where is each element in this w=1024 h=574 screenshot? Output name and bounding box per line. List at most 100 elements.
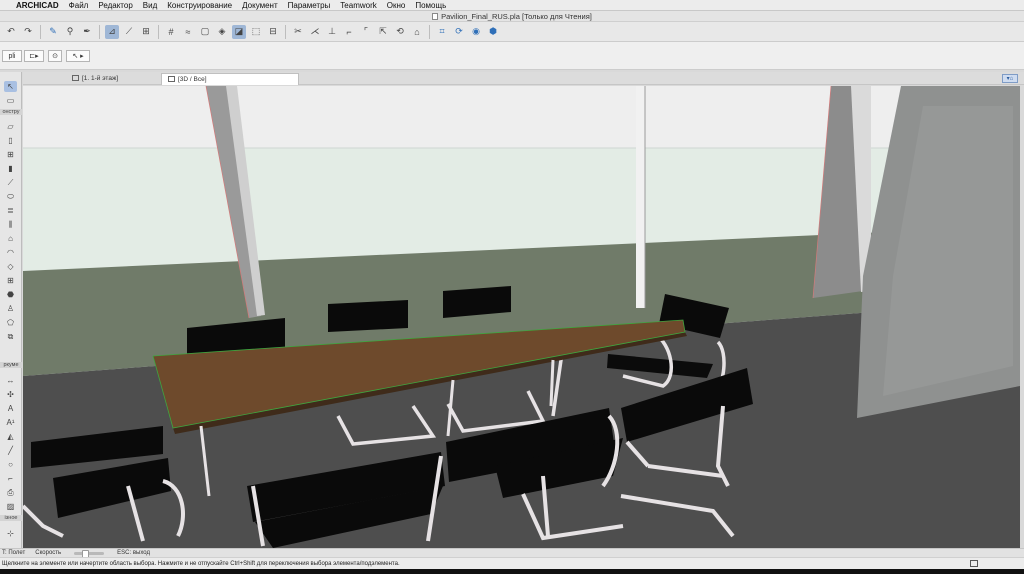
window-title: Pavilion_Final_RUS.pla [Только для Чтени…: [441, 12, 592, 21]
toolbox-group-more: ізное: [0, 515, 22, 521]
3d-style-icon[interactable]: ◉: [469, 25, 483, 39]
morph-tool-icon[interactable]: ⬣: [4, 289, 17, 300]
syringe-icon[interactable]: ⚲: [63, 25, 77, 39]
bottom-strip: [0, 569, 1024, 574]
drawing-tool-icon[interactable]: ⎙: [4, 487, 17, 498]
pick-up-parameters-icon[interactable]: ✎: [46, 25, 60, 39]
column-middle: [636, 86, 645, 308]
3d-cutaway-icon[interactable]: ◪: [232, 24, 246, 39]
menu-file[interactable]: Файл: [69, 1, 89, 10]
3d-window-settings-icon[interactable]: ⬢: [486, 25, 500, 39]
eyedropper-icon[interactable]: ✒: [80, 25, 94, 39]
menu-design[interactable]: Конструирование: [167, 1, 232, 10]
toolbar-divider: [40, 24, 41, 39]
mirror-icon[interactable]: ⌂: [410, 25, 424, 39]
cube-icon: [168, 76, 175, 82]
label-tool-icon[interactable]: A¹: [4, 417, 17, 428]
palette-toggle-icon[interactable]: [970, 560, 978, 567]
layer-combo-icon[interactable]: ⊞: [139, 25, 153, 39]
roof-tool-icon[interactable]: ⌂: [4, 233, 17, 244]
marquee-tool-icon[interactable]: ▭: [4, 95, 17, 106]
navigation-mode: T: Полет: [2, 550, 26, 556]
toolbar-divider: [429, 24, 430, 39]
main-toolbar: ↶ ↷ ✎ ⚲ ✒ ⊿ ⟋ ⊞ # ≈ ▢ ◈ ◪ ⬚ ⊟ ✂ ⋌ ⊥ ⌐ ⌜ …: [0, 22, 1024, 42]
snap-icon[interactable]: ⟋: [122, 25, 136, 39]
curtain-wall-tool-icon[interactable]: ⊞: [4, 275, 17, 286]
door-tool-icon[interactable]: ▯: [4, 135, 17, 146]
menu-help[interactable]: Помощь: [415, 1, 446, 10]
window-tool-icon[interactable]: ⊞: [4, 149, 17, 160]
line-type-icon[interactable]: ≈: [181, 25, 195, 39]
fill-tool-icon[interactable]: ◭: [4, 431, 17, 442]
tab-floor-plan-label: [1. 1-й этаж]: [82, 75, 119, 82]
document-icon: [432, 13, 439, 20]
speed-slider[interactable]: [74, 549, 105, 558]
text-tool-icon[interactable]: A: [4, 403, 17, 414]
navigation-status-bar: T: Полет Скорость ESC: выход: [0, 548, 1024, 558]
view-options-icon[interactable]: ▾⌂: [1002, 74, 1018, 83]
toolbox-palette: ↖ ▭ онстру ▱ ▯ ⊞ ▮ ⟋ ⬭ ≣ ⫼ ⌂ ◠ ◇ ⊞ ⬣ ♙ ⬠…: [0, 72, 22, 548]
layer-indicator[interactable]: pli: [2, 50, 22, 62]
status-bar: Щелкните на элементе или начертите облас…: [0, 557, 1024, 569]
layers-icon[interactable]: ◈: [215, 25, 229, 39]
marquee-icon[interactable]: ⬚: [249, 25, 263, 39]
dimension-tool-icon[interactable]: ↔: [4, 375, 17, 386]
toolbar-divider: [158, 24, 159, 39]
railing-tool-icon[interactable]: ⫼: [4, 219, 17, 230]
guide-lines-icon[interactable]: ⊿: [105, 24, 119, 39]
column-tool-icon[interactable]: ▮: [4, 163, 17, 174]
menu-document[interactable]: Документ: [242, 1, 278, 10]
offset-icon[interactable]: ⇱: [376, 25, 390, 39]
grid-icon[interactable]: #: [164, 25, 178, 39]
trim-icon[interactable]: ✂: [291, 25, 305, 39]
tab-3d-view[interactable]: [3D / Все]: [161, 73, 299, 85]
view-tab-bar: [1. 1-й этаж] [3D / Все] ▾⌂: [23, 72, 1024, 85]
menu-edit[interactable]: Редактор: [98, 1, 132, 10]
fillet-icon[interactable]: ⌐: [342, 25, 356, 39]
mesh-tool-icon[interactable]: ⧉: [4, 331, 17, 342]
menu-bar: ARCHICAD Файл Редактор Вид Конструирован…: [0, 0, 1024, 11]
tab-floor-plan[interactable]: [1. 1-й этаж]: [66, 73, 161, 85]
adjust-icon[interactable]: ⊥: [325, 25, 339, 39]
menu-view[interactable]: Вид: [143, 1, 157, 10]
shell-tool-icon[interactable]: ◠: [4, 247, 17, 258]
intersect-icon[interactable]: ⌜: [359, 25, 373, 39]
skylight-tool-icon[interactable]: ◇: [4, 261, 17, 272]
toolbox-group-document: ркуме: [0, 362, 22, 368]
menu-window[interactable]: Окно: [387, 1, 406, 10]
menu-teamwork[interactable]: Teamwork: [340, 1, 376, 10]
polyline-tool-icon[interactable]: ⌐: [4, 473, 17, 484]
geometry-method-icon[interactable]: ⊙: [48, 50, 62, 62]
rotate-icon[interactable]: ⟲: [393, 25, 407, 39]
pointer-select-icon[interactable]: ↖ ▸: [66, 50, 90, 62]
3d-navigation-icon[interactable]: ⌗: [435, 25, 449, 39]
figure-tool-icon[interactable]: ▨: [4, 501, 17, 512]
menu-options[interactable]: Параметры: [288, 1, 331, 10]
3d-scene: [23, 86, 1020, 548]
toolbar-divider: [285, 24, 286, 39]
tab-3d-label: [3D / Все]: [178, 76, 207, 83]
3d-viewport[interactable]: [23, 86, 1020, 548]
wall-tool-icon[interactable]: ▱: [4, 121, 17, 132]
stair-tool-icon[interactable]: ≣: [4, 205, 17, 216]
zone-tool-icon[interactable]: ⬠: [4, 317, 17, 328]
beam-tool-icon[interactable]: ⟋: [4, 177, 17, 188]
suspend-groups-icon[interactable]: ▢: [198, 25, 212, 39]
menu-app-name[interactable]: ARCHICAD: [16, 1, 59, 10]
section-tool-icon[interactable]: ⊹: [4, 528, 17, 539]
split-icon[interactable]: ⋌: [308, 25, 322, 39]
exit-hint: ESC: выход: [117, 550, 150, 556]
level-dimension-tool-icon[interactable]: ✣: [4, 389, 17, 400]
section-icon[interactable]: ⊟: [266, 25, 280, 39]
arrow-tool-icon[interactable]: ↖: [4, 81, 17, 92]
arrow-tool-settings-icon[interactable]: ⊏▸: [24, 50, 44, 62]
toolbar-divider: [99, 24, 100, 39]
line-tool-icon[interactable]: ╱: [4, 445, 17, 456]
redo-icon[interactable]: ↷: [21, 25, 35, 39]
toolbox-group-design: онстру: [0, 109, 22, 115]
undo-icon[interactable]: ↶: [4, 25, 18, 39]
orbit-icon[interactable]: ⟳: [452, 25, 466, 39]
object-tool-icon[interactable]: ♙: [4, 303, 17, 314]
slab-tool-icon[interactable]: ⬭: [4, 191, 17, 202]
circle-tool-icon[interactable]: ○: [4, 459, 17, 470]
